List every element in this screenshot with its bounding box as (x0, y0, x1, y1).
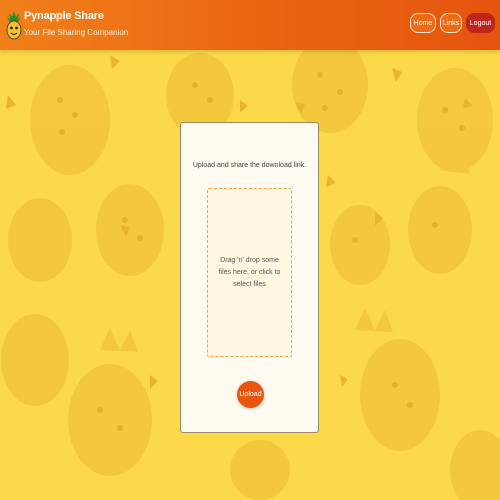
file-dropzone[interactable]: Drag 'n' drop some files here, or click … (207, 188, 292, 357)
home-button[interactable]: Home (410, 13, 436, 33)
links-button[interactable]: Links (440, 13, 462, 33)
upload-caption: Upload and share the download link. (192, 162, 307, 169)
app-subtitle: Your File Sharing Companion (24, 28, 129, 37)
pineapple-logo-icon (6, 11, 22, 40)
logout-button[interactable]: Logout (466, 13, 495, 33)
app-title: Pynapple Share (24, 10, 104, 22)
upload-card: Upload and share the download link. Drag… (180, 122, 319, 433)
upload-button[interactable]: Upload (237, 381, 264, 408)
app-header: Pynapple Share Your File Sharing Compani… (0, 0, 500, 50)
dropzone-instructions: Drag 'n' drop some files here, or click … (218, 256, 281, 288)
